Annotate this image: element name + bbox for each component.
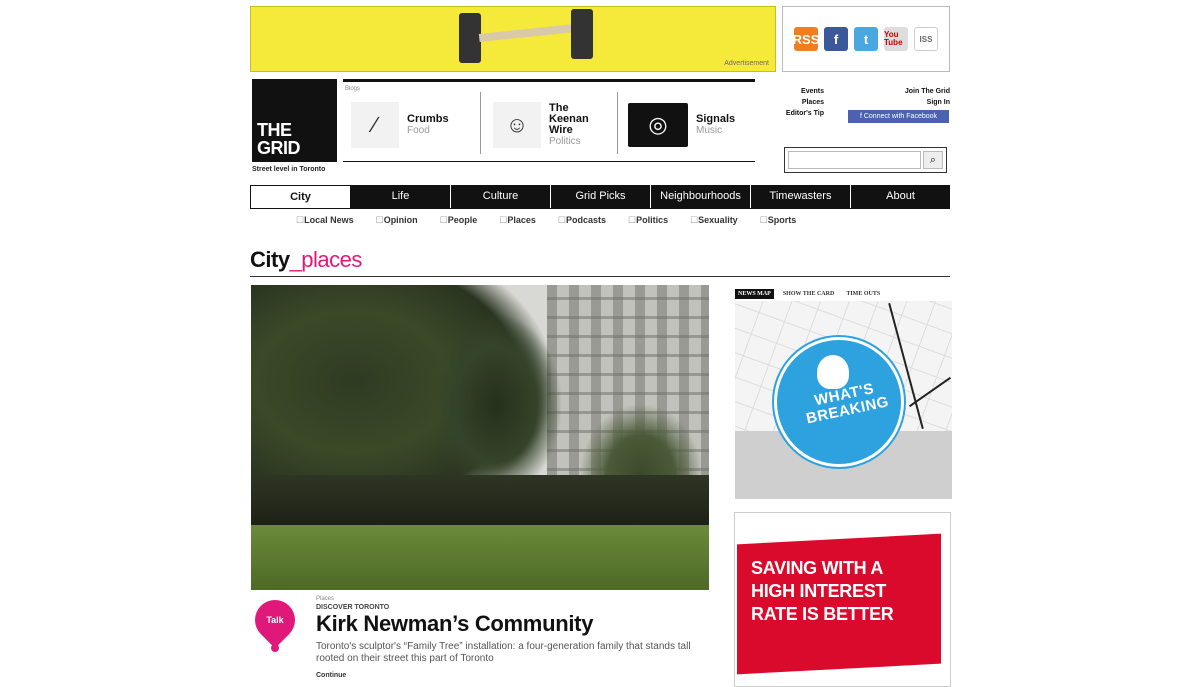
- main-nav: City Life Culture Grid Picks Neighbourho…: [250, 185, 950, 208]
- continue-link[interactable]: Continue: [316, 672, 346, 679]
- events-link[interactable]: Events: [760, 86, 824, 97]
- divider: [617, 92, 618, 154]
- social-extra-icon[interactable]: ISS: [914, 27, 938, 51]
- subtab-politics[interactable]: Politics: [628, 215, 668, 226]
- page-title-main: City: [250, 247, 290, 272]
- blog-title: Signals: [696, 113, 736, 125]
- sign-in-link[interactable]: Sign In: [880, 97, 950, 108]
- hero-image[interactable]: [251, 285, 709, 590]
- facebook-connect-button[interactable]: f Connect with Facebook: [848, 110, 949, 123]
- ad-label: Advertisement: [724, 60, 769, 67]
- site-logo[interactable]: THE GRID: [252, 79, 337, 162]
- tab-city[interactable]: City: [250, 185, 351, 208]
- blog-keenan-wire[interactable]: ☺ The Keenan Wire Politics: [493, 94, 601, 156]
- subtab-places[interactable]: Places: [499, 215, 536, 226]
- sub-nav: Local News Opinion People Places Podcast…: [296, 215, 916, 226]
- article-dek: Toronto's sculptor's “Family Tree” insta…: [316, 641, 691, 664]
- grass-graphic: [251, 525, 709, 590]
- editors-tip-link[interactable]: Editor's Tip: [760, 108, 824, 119]
- tree-graphic: [431, 315, 561, 495]
- blog-subtitle: Music: [696, 125, 723, 136]
- tab-timewasters[interactable]: Timewasters: [751, 185, 851, 208]
- facebook-icon[interactable]: f: [824, 27, 848, 51]
- subtab-people[interactable]: People: [440, 215, 478, 226]
- blogs-label: Blogs: [345, 86, 361, 92]
- portrait-icon: ☺: [493, 102, 541, 148]
- blog-title: Crumbs: [407, 113, 449, 125]
- logo-line1: THE: [257, 120, 292, 140]
- bank-ad-text: SAVING WITH A HIGH INTEREST RATE IS BETT…: [751, 558, 894, 624]
- tab-neighbourhoods[interactable]: Neighbourhoods: [651, 185, 751, 208]
- page-title-accent: _places: [289, 247, 363, 272]
- nav-baseline: [250, 208, 950, 209]
- hammer-handle-graphic: [478, 24, 576, 42]
- search-input[interactable]: [788, 151, 921, 169]
- featured-blogs: Blogs ∕ Crumbs Food ☺ The Keenan Wire Po…: [343, 79, 755, 162]
- page-title: City_places: [250, 247, 362, 273]
- tab-time-outs[interactable]: TIME OUTS: [843, 289, 883, 299]
- tab-about[interactable]: About: [851, 185, 950, 208]
- map-tabs: NEWS MAP SHOW THE CARD TIME OUTS: [735, 289, 883, 299]
- blog-subtitle: Food: [407, 125, 430, 136]
- tab-culture[interactable]: Culture: [451, 185, 551, 208]
- hammer-graphic: [571, 9, 593, 59]
- blog-crumbs[interactable]: ∕ Crumbs Food: [351, 94, 449, 156]
- twitter-icon[interactable]: t: [854, 27, 878, 51]
- hammer-graphic: [459, 13, 481, 63]
- title-divider: [250, 276, 950, 277]
- badge-dot: [271, 644, 279, 652]
- tab-show-the-card[interactable]: SHOW THE CARD: [780, 289, 837, 299]
- article-headline[interactable]: Kirk Newman’s Community: [316, 611, 593, 637]
- places-link[interactable]: Places: [760, 97, 824, 108]
- whisk-icon: ∕: [351, 102, 399, 148]
- news-map[interactable]: WHAT'S BREAKING: [735, 301, 952, 499]
- top-banner-ad[interactable]: Advertisement: [250, 6, 776, 72]
- blog-subtitle: Politics: [549, 136, 581, 147]
- speaker-icon: ◎: [628, 103, 688, 147]
- hedge-graphic: [251, 475, 709, 530]
- divider: [480, 92, 481, 154]
- article-section: Places: [316, 596, 335, 602]
- subtab-podcasts[interactable]: Podcasts: [558, 215, 606, 226]
- blog-signals[interactable]: ◎ Signals Music: [628, 94, 735, 156]
- join-link[interactable]: Join The Grid: [880, 86, 950, 97]
- tab-life[interactable]: Life: [351, 185, 451, 208]
- search-bar: ⌕: [784, 147, 947, 173]
- article-kicker[interactable]: DISCOVER TORONTO: [316, 604, 389, 611]
- logo-line2: GRID: [257, 138, 301, 158]
- search-icon[interactable]: ⌕: [923, 151, 943, 169]
- subtab-sports[interactable]: Sports: [760, 215, 797, 226]
- subtab-local-news[interactable]: Local News: [296, 215, 354, 226]
- subtab-sexuality[interactable]: Sexuality: [690, 215, 738, 226]
- quick-links: Events Places Editor's Tip: [760, 86, 824, 119]
- subtab-opinion[interactable]: Opinion: [376, 215, 418, 226]
- youtube-icon[interactable]: You Tube: [884, 27, 908, 51]
- site-tagline: Street level in Toronto: [252, 166, 326, 173]
- head-icon: [817, 355, 849, 389]
- talk-badge[interactable]: Talk: [255, 615, 295, 625]
- blog-title: The Keenan Wire: [549, 102, 589, 136]
- rss-icon[interactable]: RSS: [793, 27, 819, 51]
- account-links: Join The Grid Sign In: [880, 86, 950, 108]
- tab-news-map[interactable]: NEWS MAP: [735, 289, 774, 299]
- tab-grid-picks[interactable]: Grid Picks: [551, 185, 651, 208]
- social-links: RSS f t You Tube ISS: [782, 6, 950, 72]
- bank-ad[interactable]: SAVING WITH A HIGH INTEREST RATE IS BETT…: [734, 512, 951, 687]
